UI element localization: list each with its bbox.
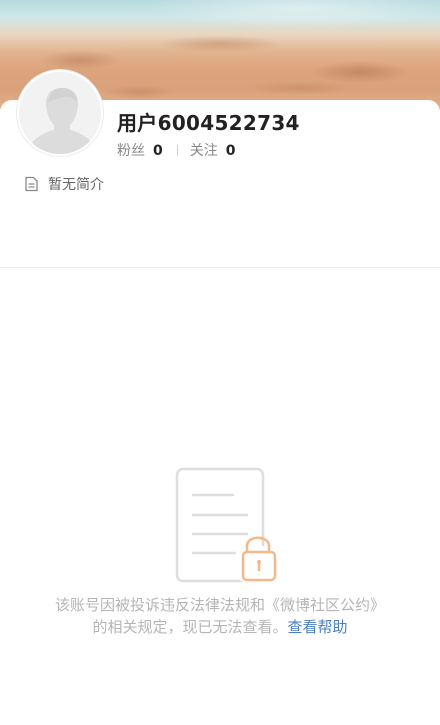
followers-stat[interactable]: 粉丝 0 — [117, 140, 163, 160]
bio-text: 暂无简介 — [48, 177, 104, 193]
followers-count: 0 — [153, 143, 163, 159]
locked-document-icon — [175, 467, 277, 583]
username: 用户6004522734 — [117, 111, 300, 135]
default-avatar-icon — [19, 72, 101, 154]
avatar[interactable] — [17, 70, 103, 156]
stats-divider — [176, 144, 178, 156]
help-link[interactable]: 查看帮助 — [288, 618, 348, 636]
profile-stats: 粉丝 0 关注 0 — [117, 140, 236, 160]
following-count: 0 — [225, 143, 236, 159]
document-icon — [25, 176, 38, 192]
blocked-account-notice: 该账号因被投诉违反法律法规和《微博社区公约》的相关规定，现已无法查看。查看帮助 — [50, 594, 390, 638]
following-stat[interactable]: 关注 0 — [190, 140, 236, 160]
following-label: 关注 — [189, 143, 218, 159]
followers-label: 粉丝 — [117, 143, 145, 159]
bio-row: 暂无简介 — [24, 174, 104, 194]
